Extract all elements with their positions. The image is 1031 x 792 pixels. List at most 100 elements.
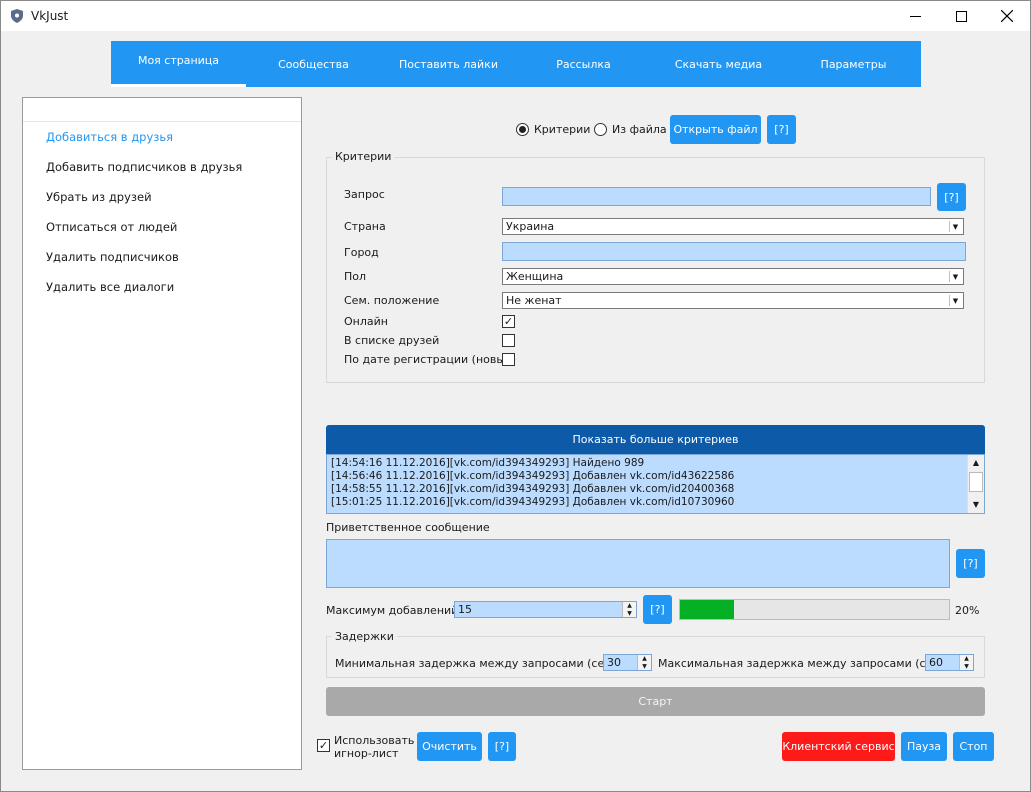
scroll-thumb[interactable] [969, 472, 983, 492]
open-file-button[interactable]: Открыть файл [670, 115, 761, 144]
sidebar-item-unsubscribe[interactable]: Отписаться от людей [46, 220, 177, 234]
log-area[interactable]: [14:54:16 11.12.2016][vk.com/id394349293… [326, 454, 985, 514]
query-help-button[interactable]: [?] [937, 183, 966, 211]
tab-settings[interactable]: Параметры [786, 41, 921, 87]
source-help-button[interactable]: [?] [767, 115, 796, 144]
minimize-icon [909, 15, 921, 17]
gender-label: Пол [344, 270, 367, 283]
country-select[interactable]: Украина ▼ [502, 218, 964, 235]
max-delay-spinbox[interactable]: 60 ▲ ▼ [925, 654, 974, 671]
by-reg-date-checkbox[interactable] [502, 353, 515, 366]
pause-button[interactable]: Пауза [901, 732, 947, 761]
spin-down-icon[interactable]: ▼ [638, 663, 651, 671]
marital-select[interactable]: Не женат ▼ [502, 292, 964, 309]
scroll-up-icon[interactable]: ▲ [968, 455, 984, 470]
max-delay-label: Максимальная задержка между запросами (с… [658, 657, 951, 670]
max-adds-value: 15 [458, 603, 472, 616]
minimize-button[interactable] [892, 1, 938, 31]
spin-buttons[interactable]: ▲ ▼ [959, 655, 973, 670]
tab-label: Рассылка [556, 57, 611, 71]
tab-mailing[interactable]: Рассылка [516, 41, 651, 87]
spin-up-icon[interactable]: ▲ [623, 602, 636, 610]
tab-label: Скачать медиа [674, 57, 763, 71]
max-delay-value: 60 [929, 656, 943, 669]
checkmark-icon: ✓ [503, 315, 514, 328]
tab-label: Сообщества [278, 57, 349, 71]
clear-button[interactable]: Очистить [417, 732, 482, 761]
chevron-down-icon: ▼ [949, 271, 961, 282]
greeting-label: Приветственное сообщение [326, 521, 490, 534]
chevron-down-icon: ▼ [949, 295, 961, 306]
progress-fill [680, 600, 734, 619]
tab-download-media[interactable]: Скачать медиа [651, 41, 786, 87]
log-line: [14:56:46 11.12.2016][vk.com/id394349293… [331, 470, 735, 482]
criteria-radio[interactable] [516, 123, 529, 136]
checkmark-icon: ✓ [318, 739, 329, 752]
city-input[interactable] [502, 242, 966, 261]
tab-likes[interactable]: Поставить лайки [381, 41, 516, 87]
spin-up-icon[interactable]: ▲ [960, 655, 973, 663]
window-title: VkJust [31, 9, 69, 23]
app-window: VkJust Моя страница Сообщества Поставить… [0, 0, 1031, 792]
sidebar: Добавиться в друзья Добавить подписчиков… [22, 97, 302, 770]
tab-communities[interactable]: Сообщества [246, 41, 381, 87]
more-criteria-button[interactable]: Показать больше критериев [326, 425, 985, 454]
ignore-list-label-line1: Использовать [334, 734, 415, 747]
online-checkbox[interactable]: ✓ [502, 315, 515, 328]
close-button[interactable] [984, 1, 1030, 31]
maximize-icon [955, 10, 967, 22]
gender-select[interactable]: Женщина ▼ [502, 268, 964, 285]
marital-label: Сем. положение [344, 294, 440, 307]
ignore-list-checkbox[interactable]: ✓ [317, 739, 330, 752]
delays-group-title: Задержки [332, 630, 397, 643]
spin-down-icon[interactable]: ▼ [960, 663, 973, 671]
max-adds-label: Максимум добавлений: [326, 604, 463, 617]
log-line: [14:58:55 11.12.2016][vk.com/id394349293… [331, 483, 735, 495]
greeting-input[interactable] [326, 539, 950, 588]
client-service-button[interactable]: Клиентский сервис [782, 732, 895, 761]
by-reg-date-label: По дате регистрации (новые) [344, 353, 517, 366]
spin-buttons[interactable]: ▲ ▼ [637, 655, 651, 670]
ignore-list-label-line2: игнор-лист [334, 747, 399, 760]
in-friends-label: В списке друзей [344, 334, 440, 347]
criteria-group-title: Критерии [332, 150, 395, 163]
app-shield-icon [11, 9, 23, 23]
progress-bar [679, 599, 950, 620]
min-delay-spinbox[interactable]: 30 ▲ ▼ [603, 654, 652, 671]
maximize-button[interactable] [938, 1, 984, 31]
sidebar-item-add-subscribers[interactable]: Добавить подписчиков в друзья [46, 160, 242, 174]
tab-label: Поставить лайки [399, 57, 498, 71]
close-icon [1001, 10, 1013, 22]
stop-button[interactable]: Стоп [953, 732, 994, 761]
log-scrollbar[interactable]: ▲ ▼ [967, 455, 984, 513]
criteria-radio-label: Критерии [534, 123, 591, 136]
chevron-down-icon: ▼ [949, 221, 961, 232]
sidebar-header [23, 98, 301, 122]
from-file-radio[interactable] [594, 123, 607, 136]
country-value: Украина [506, 220, 555, 233]
max-adds-help-button[interactable]: [?] [643, 595, 672, 624]
max-adds-spinbox[interactable]: 15 ▲ ▼ [454, 601, 637, 618]
sidebar-item-delete-subscribers[interactable]: Удалить подписчиков [46, 250, 179, 264]
start-button[interactable]: Старт [326, 687, 985, 716]
query-input[interactable] [502, 187, 931, 206]
scroll-down-icon[interactable]: ▼ [968, 497, 984, 512]
log-line: [15:01:25 11.12.2016][vk.com/id394349293… [331, 496, 735, 508]
gender-value: Женщина [506, 270, 564, 283]
tab-my-page[interactable]: Моя страница [111, 41, 246, 87]
spin-up-icon[interactable]: ▲ [638, 655, 651, 663]
spin-down-icon[interactable]: ▼ [623, 610, 636, 618]
sidebar-item-delete-dialogs[interactable]: Удалить все диалоги [46, 280, 174, 294]
main-tabs: Моя страница Сообщества Поставить лайки … [111, 41, 921, 87]
sidebar-item-remove-friends[interactable]: Убрать из друзей [46, 190, 152, 204]
query-label: Запрос [344, 188, 385, 201]
footer-help-button[interactable]: [?] [488, 732, 516, 761]
greeting-help-button[interactable]: [?] [956, 549, 985, 578]
spin-buttons[interactable]: ▲ ▼ [622, 602, 636, 617]
min-delay-label: Минимальная задержка между запросами (се… [335, 657, 623, 670]
min-delay-value: 30 [607, 656, 621, 669]
marital-value: Не женат [506, 294, 562, 307]
from-file-radio-label: Из файла [612, 123, 667, 136]
sidebar-item-add-friends[interactable]: Добавиться в друзья [46, 130, 173, 144]
in-friends-checkbox[interactable] [502, 334, 515, 347]
